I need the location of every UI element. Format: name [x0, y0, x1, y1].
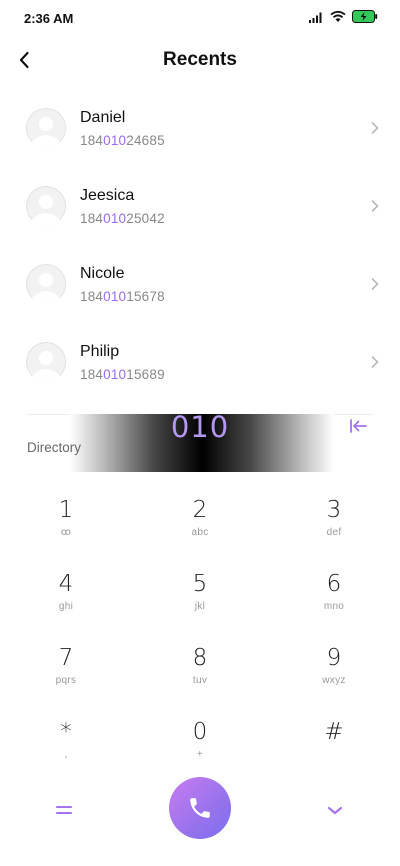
contact-name: Jeesica	[80, 187, 135, 204]
number-match: 010	[103, 367, 127, 382]
key-digit: #	[324, 719, 344, 745]
battery-charging-icon	[352, 10, 378, 23]
contact-number: 18401025042	[80, 211, 165, 226]
call-button[interactable]	[169, 777, 231, 839]
number-match: 010	[103, 133, 127, 148]
status-icons	[308, 10, 378, 23]
wifi-icon	[330, 10, 346, 22]
typed-number: 010	[170, 410, 230, 444]
number-match: 010	[103, 289, 127, 304]
key-digit: 0	[192, 719, 208, 745]
contact-row-jeesica[interactable]: Jeesica 18401025042	[0, 168, 400, 246]
key-6[interactable]: 6 mno	[274, 570, 394, 636]
number-prefix: 184	[80, 367, 104, 382]
menu-button[interactable]	[52, 798, 76, 822]
key-digit: 9	[326, 645, 342, 671]
collapse-keypad-button[interactable]	[323, 798, 347, 822]
phone-icon	[190, 798, 210, 818]
number-prefix: 184	[80, 211, 104, 226]
contact-row-nicole[interactable]: Nicole 18401015678	[0, 246, 400, 324]
key-digit: *	[60, 719, 72, 745]
number-match: 010	[103, 211, 127, 226]
signal-icon	[309, 12, 322, 23]
chevron-down-icon	[327, 806, 343, 815]
contact-name: Daniel	[80, 109, 126, 126]
key-1[interactable]: 1 ꝏ	[6, 496, 126, 562]
key-digit: 1	[58, 497, 74, 523]
status-time: 2:36 AM	[24, 11, 74, 26]
key-digit: 2	[192, 497, 208, 523]
contact-number: 18401015678	[80, 289, 165, 304]
menu-icon	[56, 806, 72, 814]
chevron-right-icon	[371, 200, 379, 212]
default-avatar-icon	[26, 342, 66, 382]
key-3[interactable]: 3 def	[274, 496, 394, 562]
page-title: Recents	[163, 49, 237, 70]
key-letters: pqrs	[55, 675, 77, 686]
key-digit: 5	[192, 571, 208, 597]
avatar	[26, 264, 66, 304]
key-letters: jkl	[194, 601, 206, 612]
key-digit: 8	[192, 645, 208, 671]
chevron-right-icon	[371, 278, 379, 290]
key-letters: wxyz	[322, 675, 346, 686]
key-digit: 6	[326, 571, 342, 597]
key-4[interactable]: 4 ghi	[6, 570, 126, 636]
status-bar: 2:36 AM	[0, 0, 400, 36]
backspace-icon	[350, 419, 367, 433]
key-digit: 3	[326, 497, 342, 523]
key-letters: ghi	[58, 601, 74, 612]
key-5[interactable]: 5 jkl	[140, 570, 260, 636]
key-letters: tuv	[192, 675, 208, 686]
key-letters: mno	[323, 601, 345, 612]
avatar	[26, 108, 66, 148]
default-avatar-icon	[26, 264, 66, 304]
key-letters: def	[326, 527, 342, 538]
number-prefix: 184	[80, 289, 104, 304]
number-suffix: 24685	[126, 133, 165, 148]
key-digit: 4	[58, 571, 74, 597]
contact-row-philip[interactable]: Philip 18401015689	[0, 324, 400, 402]
bottom-bar	[0, 770, 400, 850]
contact-name: Philip	[80, 343, 120, 360]
default-avatar-icon	[26, 186, 66, 226]
default-avatar-icon	[26, 108, 66, 148]
key-9[interactable]: 9 wxyz	[274, 644, 394, 710]
key-7[interactable]: 7 pqrs	[6, 644, 126, 710]
voicemail-icon: ꝏ	[60, 527, 72, 538]
number-suffix: 15689	[126, 367, 165, 382]
key-letters: +	[196, 749, 204, 760]
chevron-right-icon	[371, 356, 379, 368]
key-digit: 7	[58, 645, 74, 671]
avatar	[26, 186, 66, 226]
number-suffix: 15678	[126, 289, 165, 304]
key-letters: abc	[191, 527, 209, 538]
key-letters: ,	[64, 749, 68, 760]
chevron-right-icon	[371, 122, 379, 134]
number-suffix: 25042	[126, 211, 165, 226]
contact-name: Nicole	[80, 265, 125, 282]
header: Recents	[0, 36, 400, 84]
key-8[interactable]: 8 tuv	[140, 644, 260, 710]
contact-row-daniel[interactable]: Daniel 18401024685	[0, 90, 400, 168]
delete-button[interactable]	[345, 416, 371, 438]
number-prefix: 184	[80, 133, 104, 148]
contact-number: 18401015689	[80, 367, 165, 382]
avatar	[26, 342, 66, 382]
contact-number: 18401024685	[80, 133, 165, 148]
key-2[interactable]: 2 abc	[140, 496, 260, 562]
